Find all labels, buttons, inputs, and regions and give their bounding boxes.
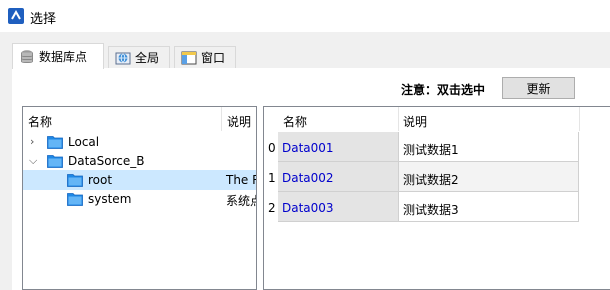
grid-cell-name[interactable]: Data003 — [278, 192, 398, 222]
tree-node-datasorce-b[interactable]: ⌵ DataSorce_B — [23, 151, 256, 171]
grid-row[interactable]: 0 Data001 测试数据1 — [264, 132, 579, 162]
row-index: 1 — [268, 171, 276, 185]
app-icon — [8, 8, 24, 24]
grid-header: 名称 说明 — [264, 107, 610, 131]
row-index: 2 — [268, 201, 276, 215]
update-button[interactable]: 更新 — [502, 77, 575, 99]
tab-label: 数据库点 — [39, 50, 88, 64]
tree-node-desc: The R — [226, 173, 256, 187]
grid-header-name[interactable]: 名称 — [283, 113, 307, 130]
tab-label: 全局 — [135, 51, 160, 65]
grid-cell-desc[interactable]: 测试数据1 — [398, 132, 579, 162]
tab-global[interactable]: 全局 — [108, 46, 170, 68]
tree-node-root[interactable]: root The R — [23, 170, 256, 190]
column-divider[interactable] — [579, 107, 580, 131]
tab-window[interactable]: 窗口 — [174, 46, 236, 68]
tab-label: 窗口 — [201, 51, 226, 65]
tree-node-label: DataSorce_B — [68, 154, 145, 168]
window-title: 选择 — [30, 12, 57, 27]
column-divider[interactable] — [398, 107, 399, 131]
folder-icon — [47, 155, 63, 168]
tree-view[interactable]: 名称 说明 › Local ⌵ DataSorce_B root The R — [22, 106, 257, 290]
tree-header-desc[interactable]: 说明 — [227, 113, 251, 130]
tree-node-label: system — [88, 192, 132, 206]
tree-header-name[interactable]: 名称 — [28, 113, 52, 130]
globe-icon — [115, 52, 131, 64]
column-divider[interactable] — [221, 107, 222, 131]
window-icon — [181, 51, 197, 64]
database-icon — [21, 49, 33, 63]
grid-row[interactable]: 2 Data003 测试数据3 — [264, 192, 579, 222]
tab-database-points[interactable]: 数据库点 — [12, 43, 104, 69]
tree-node-label: Local — [68, 135, 100, 149]
title-bar: 选择 — [0, 0, 610, 32]
tree-node-label: root — [88, 173, 113, 187]
grid-cell-name[interactable]: Data001 — [278, 132, 398, 162]
tree-header: 名称 说明 — [23, 107, 256, 131]
grid-row[interactable]: 1 Data002 测试数据2 — [264, 162, 579, 192]
folder-icon — [67, 193, 83, 206]
row-index: 0 — [268, 141, 276, 155]
grid-cell-desc[interactable]: 测试数据2 — [398, 162, 579, 192]
grid-header-desc[interactable]: 说明 — [403, 113, 427, 130]
double-click-notice: 注意：双击选中 — [401, 83, 486, 97]
grid-cell-name[interactable]: Data002 — [278, 162, 398, 192]
folder-icon — [47, 136, 63, 149]
data-grid[interactable]: 名称 说明 0 Data001 测试数据1 1 Data002 测试数据2 2 … — [263, 106, 610, 290]
collapse-arrow-icon[interactable]: ⌵ — [29, 154, 37, 168]
tree-node-local[interactable]: › Local — [23, 132, 256, 152]
folder-icon — [67, 174, 83, 187]
grid-cell-desc[interactable]: 测试数据3 — [398, 192, 579, 222]
tree-node-desc: 系统点 — [226, 194, 256, 208]
expand-arrow-icon[interactable]: › — [30, 135, 34, 148]
tree-node-system[interactable]: system 系统点 — [23, 189, 256, 209]
